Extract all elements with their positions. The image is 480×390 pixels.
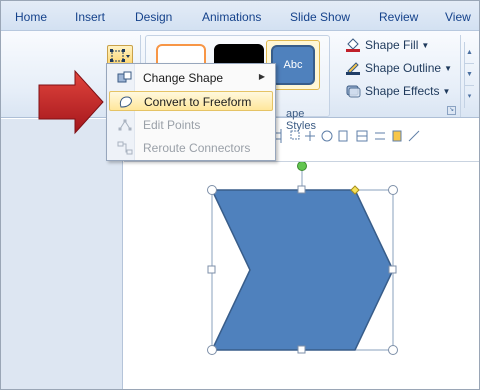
reroute-connectors-icon	[117, 141, 133, 155]
plus-icon	[305, 131, 315, 141]
shape-effects-icon	[346, 85, 361, 98]
toolbar-icons-strip	[254, 129, 420, 143]
powerpoint-window: Home Insert Design Animations Slide Show…	[0, 0, 480, 390]
layout-icon	[356, 130, 368, 142]
shape-effects-button[interactable]: Shape Effects ▼	[345, 81, 450, 101]
change-shape-label: Change Shape	[143, 71, 224, 85]
picture-icon	[392, 130, 402, 142]
shape-effects-label: Shape Effects	[365, 84, 440, 98]
resize-handle-top-left[interactable]	[207, 185, 217, 195]
resize-handle-bottom[interactable]	[297, 345, 306, 354]
tab-insert[interactable]: Insert	[75, 10, 105, 24]
pencil-outline-icon	[346, 62, 360, 75]
tab-view[interactable]: View	[445, 10, 471, 24]
rotate-icon	[321, 130, 333, 142]
slide-canvas[interactable]	[124, 161, 479, 389]
convert-to-freeform-label: Convert to Freeform	[144, 95, 252, 109]
dropdown-arrow-icon: ▼	[421, 40, 430, 50]
change-shape-icon	[117, 71, 132, 83]
shape-outline-button[interactable]: Shape Outline ▼	[345, 58, 452, 78]
edit-points-label: Edit Points	[143, 118, 201, 132]
resize-handle-bottom-left[interactable]	[207, 345, 217, 355]
dialog-launcher-icon[interactable]: ↘	[447, 106, 456, 115]
ribbon-tab-bar: Home Insert Design Animations Slide Show…	[1, 1, 479, 31]
menu-item-reroute-connectors[interactable]: Reroute Connectors	[109, 138, 273, 158]
rotation-handle[interactable]	[297, 162, 307, 171]
distribute-icon	[375, 132, 385, 140]
chevron-shape[interactable]	[210, 189, 394, 351]
tab-animations[interactable]: Animations	[202, 10, 261, 24]
tab-home[interactable]: Home	[15, 10, 47, 24]
reroute-connectors-label: Reroute Connectors	[143, 141, 251, 155]
dropdown-arrow-icon: ▼	[442, 86, 451, 96]
resize-handle-left[interactable]	[207, 265, 216, 274]
slide-drawing	[207, 162, 398, 355]
tab-review[interactable]: Review	[379, 10, 418, 24]
freeform-icon	[119, 96, 132, 108]
dropdown-arrow-icon: ▼	[444, 63, 452, 73]
edit-shape-menu: Change Shape ▶ Convert to Freeform Edit …	[106, 63, 276, 161]
resize-handle-right[interactable]	[388, 265, 397, 274]
menu-item-change-shape[interactable]: Change Shape ▶	[109, 68, 273, 88]
tab-design[interactable]: Design	[135, 10, 172, 24]
submenu-arrow-icon: ▶	[258, 72, 265, 81]
tab-slide-show[interactable]: Slide Show	[290, 10, 350, 24]
shape-style-blue-preview: Abc	[271, 45, 315, 85]
resize-handle-top[interactable]	[297, 185, 306, 194]
red-pointer-arrow-icon	[38, 69, 104, 135]
slides-thumbnail-pane[interactable]	[1, 119, 123, 389]
menu-item-convert-to-freeform[interactable]: Convert to Freeform	[109, 91, 273, 111]
group-icon	[338, 130, 348, 142]
resize-handle-bottom-right[interactable]	[388, 345, 398, 355]
paint-bucket-icon	[346, 38, 360, 52]
drawing-toolbar-row	[249, 121, 479, 153]
ribbon-next-group	[460, 35, 479, 117]
line-icon	[408, 130, 420, 142]
shape-fill-button[interactable]: Shape Fill ▼	[345, 35, 429, 55]
menu-item-edit-points[interactable]: Edit Points	[109, 115, 273, 135]
shape-fill-label: Shape Fill	[365, 38, 419, 52]
shape-outline-label: Shape Outline	[365, 61, 442, 75]
resize-handle-top-right[interactable]	[388, 185, 398, 195]
edit-points-icon	[118, 119, 132, 131]
select-icon	[290, 130, 300, 140]
